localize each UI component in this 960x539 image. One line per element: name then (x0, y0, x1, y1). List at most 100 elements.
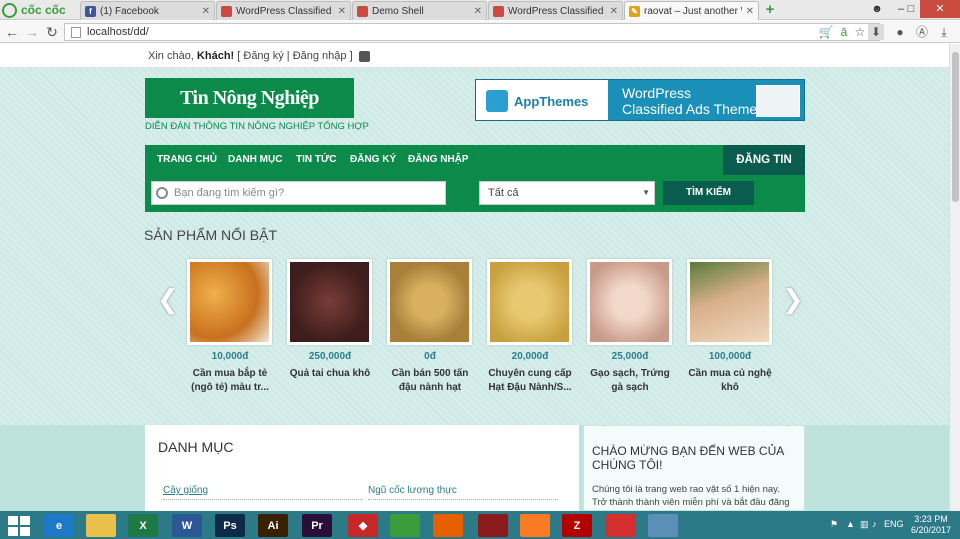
nav-categories[interactable]: DANH MỤC (228, 145, 282, 175)
welcome-panel-text: Chúng tôi là trang web rao vặt số 1 hiện… (592, 484, 790, 511)
premiere-icon[interactable]: Pr (302, 514, 332, 537)
tab-wordpress-classified-1[interactable]: WordPress Classified Ads ✕ (216, 1, 351, 20)
site-tagline: DIỄN ĐÀN THÔNG TIN NÔNG NGHIỆP TỔNG HỢP (145, 121, 369, 132)
appthemes-banner[interactable]: AppThemes WordPress Classified Ads Theme (475, 79, 805, 121)
product-image-dried-fruit[interactable] (287, 259, 372, 345)
tab-wordpress-classified-2[interactable]: WordPress Classified Ads ✕ (488, 1, 623, 20)
product-image-corn[interactable] (187, 259, 272, 345)
close-tab-icon[interactable]: ✕ (610, 6, 618, 17)
product-price: 20,000đ (511, 351, 549, 362)
download-icon[interactable]: ⤓ (936, 24, 952, 40)
close-tab-icon[interactable]: ✕ (474, 6, 482, 17)
product-image-eggs[interactable] (587, 259, 672, 345)
rss-icon[interactable] (358, 50, 370, 62)
file-explorer-icon[interactable] (86, 514, 116, 537)
auth-links[interactable]: [ Đăng ký | Đăng nhập ] (234, 50, 352, 62)
app-red-icon[interactable]: ◆ (348, 514, 378, 537)
input-language[interactable]: ENG (884, 519, 904, 529)
tab-raovat[interactable]: ✎ raovat – Just another Wor ✕ (624, 1, 759, 20)
page-icon (493, 5, 504, 17)
excel-icon[interactable]: X (128, 514, 158, 537)
nav-news[interactable]: TIN TỨC (296, 145, 337, 175)
product-name[interactable]: Cần bán 500 tấn đậu nành hạt (385, 367, 475, 395)
product-name[interactable]: Cần mua bắp tẻ (ngô tẻ) màu tr... (185, 367, 275, 395)
reload-icon[interactable]: ↻ (44, 24, 60, 40)
page-scrollbar[interactable] (949, 44, 960, 511)
product-card[interactable]: 25,000đ Gạo sạch, Trứng gà sạch (585, 259, 675, 395)
download-icon-highlight[interactable]: ⬇ (868, 24, 884, 40)
forward-arrow-icon[interactable]: → (24, 24, 40, 40)
network-app-icon[interactable] (648, 514, 678, 537)
network-icon[interactable]: ▥ (860, 519, 869, 530)
search-icon (156, 187, 168, 199)
search-button[interactable]: TÌM KIẾM (663, 181, 754, 205)
record-icon[interactable] (606, 514, 636, 537)
user-icon[interactable]: ☻ (866, 0, 888, 18)
carousel-next-icon[interactable]: ❯ (782, 284, 804, 315)
coccoc-icon[interactable] (390, 514, 420, 537)
categories-title: DANH MỤC (158, 439, 234, 455)
flag-icon[interactable]: ⚑ (830, 519, 838, 530)
category-link-grains[interactable]: Ngũ cốc lương thực (368, 485, 457, 496)
profile-icon[interactable]: ● (892, 24, 908, 40)
filezilla-icon[interactable]: Z (562, 514, 592, 537)
category-select[interactable]: Tất cả ▼ (479, 181, 655, 205)
nav-register[interactable]: ĐĂNG KÝ (350, 145, 396, 175)
product-image-soybean[interactable] (387, 259, 472, 345)
tray-arrow-icon[interactable]: ▲ (846, 519, 855, 529)
product-image-soybean[interactable] (487, 259, 572, 345)
url-text: localhost/dd/ (87, 26, 149, 38)
main-nav: TRANG CHỦ DANH MỤC TIN TỨC ĐĂNG KÝ ĐĂNG … (145, 145, 805, 175)
word-icon[interactable]: W (172, 514, 202, 537)
product-card[interactable]: 250,000đ Quả tai chua khô (285, 259, 375, 381)
firefox-icon[interactable] (433, 514, 463, 537)
illustrator-icon[interactable]: Ai (258, 514, 288, 537)
nav-home[interactable]: TRANG CHỦ (157, 145, 217, 175)
new-tab-button[interactable]: + (762, 2, 778, 18)
product-image-spa[interactable] (687, 259, 772, 345)
product-price: 250,000đ (308, 351, 352, 362)
welcome-panel: CHÀO MỪNG BẠN ĐẾN WEB CỦA CHÚNG TÔI! Chú… (583, 425, 805, 511)
eye-app-icon[interactable] (478, 514, 508, 537)
scrollbar-thumb[interactable] (952, 52, 959, 202)
url-bar[interactable]: localhost/dd/ (64, 23, 880, 41)
back-arrow-icon[interactable]: ← (4, 24, 20, 40)
product-name[interactable]: Chuyên cung cấp Hạt Đậu Nành/S... (485, 367, 575, 395)
address-bar-row: ← → ↻ localhost/dd/ 🛒 ā ☆ ⬇ ● Ⓐ ⤓ (0, 21, 960, 43)
carousel-prev-icon[interactable]: ❮ (157, 284, 179, 315)
volume-icon[interactable]: ♪ (872, 519, 877, 529)
search-input[interactable]: Bạn đang tìm kiếm gì? (151, 181, 446, 205)
product-price: 10,000đ (211, 351, 249, 362)
system-clock[interactable]: 3:23 PM 6/20/2017 (908, 514, 954, 536)
bookmark-star-icon[interactable]: ☆ (852, 24, 868, 40)
site-logo[interactable]: Tin Nông Nghiệp (145, 78, 354, 118)
product-card[interactable]: 100,000đ Cần mua củ nghệ khô (685, 259, 775, 395)
windows-start-icon[interactable] (8, 516, 30, 536)
product-name[interactable]: Quả tai chua khô (285, 367, 375, 381)
photoshop-icon[interactable]: Ps (215, 514, 245, 537)
tab-facebook[interactable]: f (1) Facebook ✕ (80, 1, 215, 20)
product-card[interactable]: 20,000đ Chuyên cung cấp Hạt Đậu Nành/S..… (485, 259, 575, 395)
close-tab-icon[interactable]: ✕ (202, 6, 210, 17)
close-tab-icon[interactable]: ✕ (746, 6, 754, 17)
tab-demo-shell[interactable]: Demo Shell ✕ (352, 1, 487, 20)
cart-icon[interactable]: 🛒 (818, 24, 834, 40)
close-window-button[interactable]: ✕ (920, 0, 960, 18)
extension-icon[interactable]: Ⓐ (914, 24, 930, 40)
welcome-user: Khách! (196, 50, 235, 62)
translate-icon[interactable]: ā (836, 24, 852, 40)
product-name[interactable]: Gạo sạch, Trứng gà sạch (585, 367, 675, 395)
category-link-seedlings[interactable]: Cây giống (163, 485, 208, 496)
close-tab-icon[interactable]: ✕ (338, 6, 346, 17)
product-card[interactable]: 10,000đ Cần mua bắp tẻ (ngô tẻ) màu tr..… (185, 259, 275, 395)
xampp-icon[interactable] (520, 514, 550, 537)
product-card[interactable]: 0đ Cần bán 500 tấn đậu nành hạt (385, 259, 475, 395)
nav-login[interactable]: ĐĂNG NHẬP (408, 145, 469, 175)
product-name[interactable]: Cần mua củ nghệ khô (685, 367, 775, 395)
browser-brand[interactable]: cốc cốc (2, 1, 66, 19)
maximize-button[interactable]: □ (905, 0, 917, 18)
post-ad-button[interactable]: ĐĂNG TIN (723, 145, 805, 175)
welcome-panel-title: CHÀO MỪNG BẠN ĐẾN WEB CỦA CHÚNG TÔI! (592, 444, 784, 472)
internet-explorer-icon[interactable]: e (44, 514, 74, 537)
facebook-icon: f (85, 5, 96, 17)
